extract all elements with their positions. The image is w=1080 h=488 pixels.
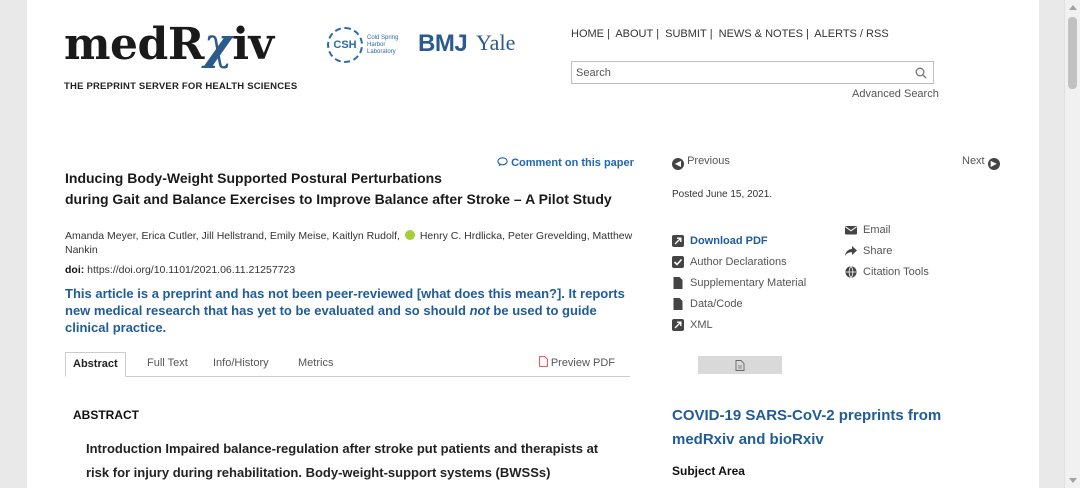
top-nav: HOME | ABOUT | SUBMIT | NEWS & NOTES | ALERT… bbox=[571, 28, 889, 40]
document-icon bbox=[735, 359, 745, 371]
orcid-icon[interactable] bbox=[404, 230, 415, 240]
article-actions: Download PDF Author Declarations Supplem… bbox=[672, 230, 806, 335]
doi-line: doi: https://doi.org/10.1101/2021.06.11.… bbox=[65, 264, 295, 276]
download-pdf-link[interactable]: Download PDF bbox=[672, 230, 806, 251]
xml-link[interactable]: XML bbox=[672, 314, 806, 335]
vertical-scrollbar[interactable] bbox=[1064, 0, 1080, 488]
article-title: Inducing Body-Weight Supported Postural … bbox=[65, 168, 635, 210]
file-icon bbox=[673, 276, 683, 289]
nav-news-notes[interactable]: NEWS & NOTES bbox=[719, 28, 803, 40]
doi-link[interactable]: https://doi.org/10.1101/2021.06.11.21257… bbox=[87, 264, 295, 276]
tab-metrics[interactable]: Metrics bbox=[291, 352, 340, 377]
nav-alerts-rss[interactable]: ALERTS / RSS bbox=[814, 28, 888, 40]
email-link[interactable]: Email bbox=[845, 219, 929, 240]
scrollbar-thumb[interactable] bbox=[1068, 17, 1077, 89]
search-box bbox=[571, 61, 934, 84]
tab-info-history[interactable]: Info/History bbox=[206, 352, 276, 377]
citation-tools-link[interactable]: Citation Tools bbox=[845, 261, 929, 282]
title-line-1: Inducing Body-Weight Supported Postural … bbox=[65, 170, 442, 186]
scroll-down-arrow-icon[interactable] bbox=[1069, 478, 1077, 483]
search-input[interactable] bbox=[572, 62, 902, 83]
globe-icon bbox=[845, 265, 857, 278]
bmj-logo[interactable]: BMJ bbox=[418, 30, 468, 58]
scroll-up-arrow-icon[interactable] bbox=[1069, 5, 1077, 10]
checkbox-icon bbox=[672, 255, 684, 268]
csh-circle-mark: CSH bbox=[327, 27, 363, 63]
arrow-left-circle-icon: ◀ bbox=[672, 158, 684, 170]
title-line-2: during Gait and Balance Exercises to Imp… bbox=[65, 191, 612, 207]
medrxiv-logo[interactable]: medRχiv bbox=[64, 20, 274, 70]
yale-logo[interactable]: Yale bbox=[476, 30, 515, 56]
author-list: Amanda Meyer, Erica Cutler, Jill Hellstr… bbox=[65, 229, 635, 257]
site-tagline: THE PREPRINT SERVER FOR HEALTH SCIENCES bbox=[64, 81, 298, 92]
posted-date: Posted June 15, 2021. bbox=[672, 189, 773, 200]
external-link-icon bbox=[672, 234, 684, 247]
tab-abstract[interactable]: Abstract bbox=[65, 352, 126, 377]
article-tabs: Abstract Full Text Info/History Metrics … bbox=[65, 352, 630, 377]
share-actions: Email Share Citation Tools bbox=[845, 219, 929, 282]
external-link-icon bbox=[672, 318, 684, 331]
abstract-heading: ABSTRACT bbox=[73, 408, 139, 422]
doi-label: doi: bbox=[65, 264, 85, 276]
search-icon[interactable] bbox=[915, 67, 927, 79]
arrow-right-circle-icon: ▶ bbox=[987, 158, 1000, 170]
csh-logo[interactable]: CSH Cold Spring Harbor Laboratory bbox=[327, 27, 407, 63]
next-link[interactable]: Next ▶ bbox=[962, 155, 1000, 170]
speech-bubble-icon bbox=[497, 157, 508, 167]
file-icon bbox=[673, 297, 683, 310]
previous-link[interactable]: ◀ Previous bbox=[672, 155, 730, 170]
nav-about[interactable]: ABOUT bbox=[615, 28, 653, 40]
nav-home[interactable]: HOME bbox=[571, 28, 604, 40]
pdf-file-icon bbox=[538, 356, 548, 367]
share-link[interactable]: Share bbox=[845, 240, 929, 261]
subject-area-heading: Subject Area bbox=[672, 464, 745, 478]
supplementary-material-link[interactable]: Supplementary Material bbox=[672, 272, 806, 293]
data-code-link[interactable]: Data/Code bbox=[672, 293, 806, 314]
preview-pdf-link[interactable]: Preview PDF bbox=[538, 352, 615, 377]
share-arrow-icon bbox=[845, 245, 857, 256]
authors-first: Amanda Meyer, Erica Cutler, Jill Hellstr… bbox=[65, 230, 400, 242]
supplement-widget-button[interactable] bbox=[698, 356, 782, 374]
covid-preprints-link[interactable]: COVID-19 SARS-CoV-2 preprints from medRx… bbox=[672, 404, 1002, 452]
csh-label: Cold Spring Harbor Laboratory bbox=[367, 34, 399, 55]
author-declarations-link[interactable]: Author Declarations bbox=[672, 251, 806, 272]
tab-full-text[interactable]: Full Text bbox=[140, 352, 195, 377]
advanced-search-link[interactable]: Advanced Search bbox=[852, 88, 939, 100]
preprint-disclaimer: This article is a preprint and has not b… bbox=[65, 286, 625, 335]
nav-submit[interactable]: SUBMIT bbox=[665, 28, 707, 40]
abstract-body: Introduction Impaired balance-regulation… bbox=[86, 441, 599, 480]
envelope-icon bbox=[845, 225, 857, 234]
